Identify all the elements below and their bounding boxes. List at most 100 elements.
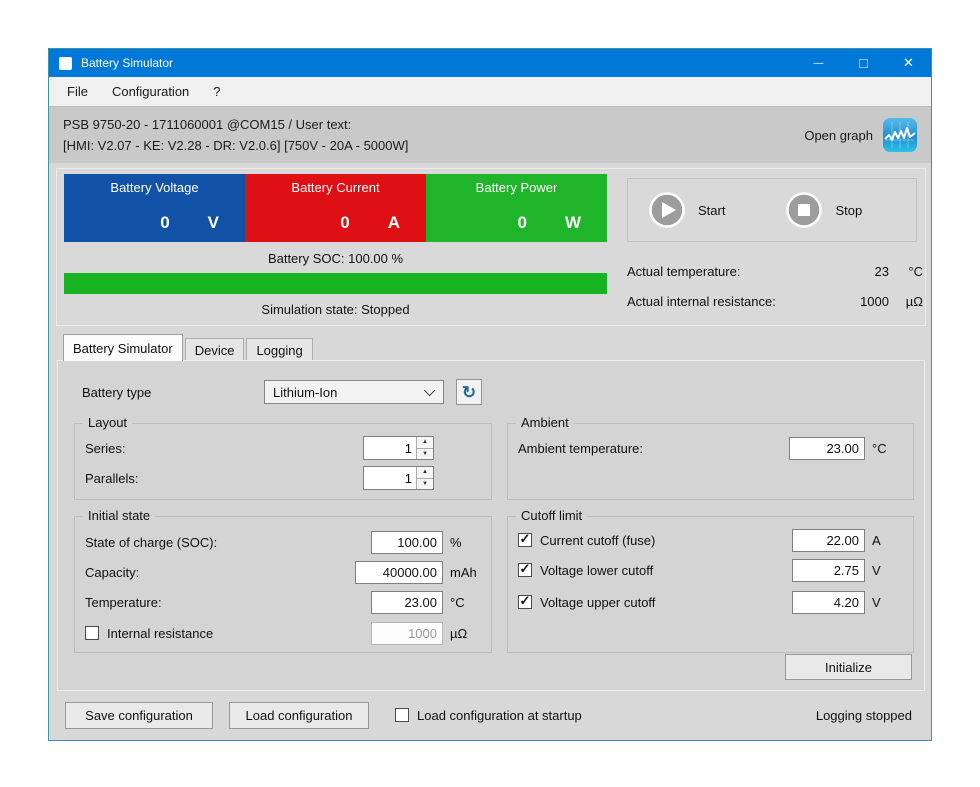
internal-resistance-checkbox[interactable] <box>85 626 99 640</box>
load-at-startup-checkbox[interactable] <box>395 708 409 722</box>
battery-type-label: Battery type <box>82 384 152 400</box>
soc-unit: % <box>450 534 462 550</box>
series-spin-up-icon[interactable]: ▲ <box>417 437 433 449</box>
voltage-upper-cutoff-input[interactable] <box>792 590 865 614</box>
menu-help[interactable]: ? <box>201 79 232 104</box>
actual-resistance-label: Actual internal resistance: <box>627 293 776 309</box>
app-window: Battery Simulator — ✕ File Configuration… <box>48 48 932 741</box>
open-graph-label: Open graph <box>804 127 873 143</box>
battery-type-dropdown[interactable]: Lithium-Ion <box>264 380 444 404</box>
initial-state-group: Initial state State of charge (SOC): % C… <box>74 508 492 653</box>
menu-file[interactable]: File <box>55 79 100 104</box>
battery-current-value: 0 <box>340 213 350 232</box>
chevron-down-icon <box>423 384 436 397</box>
transport-controls: Start Stop <box>627 178 917 242</box>
stop-icon <box>786 192 823 228</box>
soc-input[interactable] <box>371 530 443 554</box>
logging-status: Logging stopped <box>815 707 912 723</box>
open-graph-button[interactable]: Open graph <box>804 118 917 152</box>
temperature-label: Temperature: <box>85 594 162 610</box>
save-configuration-button[interactable]: Save configuration <box>65 701 213 729</box>
simulation-state-label: Simulation state: Stopped <box>261 302 410 317</box>
ambient-temperature-input[interactable] <box>789 436 865 460</box>
internal-resistance-label: Internal resistance <box>107 625 214 641</box>
capacity-label: Capacity: <box>85 564 140 580</box>
load-configuration-button[interactable]: Load configuration <box>229 701 369 729</box>
battery-power-unit: W <box>564 213 581 232</box>
tab-battery-simulator[interactable]: Battery Simulator <box>63 334 183 361</box>
close-button[interactable]: ✕ <box>886 49 931 77</box>
device-info-line2: [HMI: V2.07 - KE: V2.28 - DR: V2.0.6] [7… <box>63 138 409 153</box>
load-at-startup-label: Load configuration at startup <box>417 707 582 723</box>
maximize-icon <box>859 58 868 68</box>
current-cutoff-checkbox[interactable] <box>518 531 532 547</box>
layout-group: Layout Series: ▲ ▼ Parallels: ▲ ▼ <box>74 415 492 500</box>
ambient-group-title: Ambient <box>516 415 574 430</box>
parallels-stepper: ▲ ▼ <box>363 466 434 490</box>
layout-group-title: Layout <box>83 415 133 430</box>
battery-power-value: 0 <box>517 213 527 232</box>
temperature-input[interactable] <box>371 590 443 614</box>
stop-button[interactable]: Stop <box>785 191 862 229</box>
ambient-group: Ambient Ambient temperature: °C <box>507 415 914 500</box>
initial-state-group-title: Initial state <box>83 508 156 523</box>
actual-resistance-row: Actual internal resistance: 1000 µΩ <box>627 291 923 311</box>
tab-logging[interactable]: Logging <box>246 338 313 361</box>
parallels-input[interactable] <box>364 467 416 489</box>
close-icon: ✕ <box>903 55 914 70</box>
ambient-temperature-unit: °C <box>872 440 887 456</box>
menu-configuration[interactable]: Configuration <box>100 79 201 104</box>
internal-resistance-input <box>371 621 443 645</box>
current-cutoff-label: Current cutoff (fuse) <box>540 532 656 548</box>
start-label: Start <box>698 202 726 218</box>
refresh-icon: ↻ <box>461 382 477 402</box>
series-spin-down-icon[interactable]: ▼ <box>417 448 433 459</box>
device-info-line1: PSB 9750-20 - 1711060001 @COM15 / User t… <box>63 117 352 132</box>
capacity-unit: mAh <box>450 564 477 580</box>
current-cutoff-input[interactable] <box>792 528 865 552</box>
parallels-spin-down-icon[interactable]: ▼ <box>417 478 433 489</box>
measurement-panel: Battery Voltage 0 V Battery Current 0 A Ba… <box>56 168 926 326</box>
tab-device[interactable]: Device <box>184 338 245 361</box>
bottom-bar: Save configuration Load configuration Lo… <box>49 695 931 735</box>
battery-current-label: Battery Current <box>291 180 380 195</box>
battery-voltage-meter: Battery Voltage 0 V <box>64 174 245 242</box>
soc-progress-fill <box>64 273 607 294</box>
actual-temperature-label: Actual temperature: <box>627 263 741 279</box>
capacity-input[interactable] <box>355 560 443 584</box>
voltage-upper-cutoff-label: Voltage upper cutoff <box>540 594 656 610</box>
voltage-upper-cutoff-unit: V <box>872 594 881 610</box>
voltage-lower-cutoff-unit: V <box>872 562 881 578</box>
window-title: Battery Simulator <box>81 56 174 70</box>
tab-strip: Battery Simulator Device Logging <box>63 334 313 361</box>
series-input[interactable] <box>364 437 416 459</box>
battery-current-unit: A <box>387 213 400 232</box>
graph-icon <box>883 118 917 152</box>
series-label: Series: <box>85 440 126 456</box>
actual-temperature-unit: °C <box>908 263 923 279</box>
app-icon <box>59 56 72 70</box>
voltage-lower-cutoff-checkbox[interactable] <box>518 561 532 577</box>
voltage-upper-cutoff-checkbox[interactable] <box>518 593 532 609</box>
battery-voltage-value: 0 <box>160 213 170 232</box>
current-cutoff-unit: A <box>872 532 881 548</box>
device-info-bar: PSB 9750-20 - 1711060001 @COM15 / User t… <box>49 106 931 163</box>
maximize-button[interactable] <box>841 49 886 77</box>
start-button[interactable]: Start <box>648 191 725 229</box>
minimize-button[interactable]: — <box>796 49 841 77</box>
title-bar: Battery Simulator — ✕ <box>49 49 931 77</box>
initialize-button[interactable]: Initialize <box>785 654 912 680</box>
battery-soc-label: Battery SOC: 100.00 % <box>267 251 404 266</box>
actual-resistance-unit: µΩ <box>905 293 923 309</box>
play-icon <box>649 192 685 228</box>
parallels-spin-up-icon[interactable]: ▲ <box>417 467 433 479</box>
battery-voltage-label: Battery Voltage <box>110 180 199 195</box>
battery-power-meter: Battery Power 0 W <box>426 174 607 242</box>
cutoff-limit-group: Cutoff limit Current cutoff (fuse) A Vol… <box>507 508 914 653</box>
voltage-lower-cutoff-input[interactable] <box>792 558 865 582</box>
internal-resistance-unit: µΩ <box>450 625 468 641</box>
minimize-icon: — <box>813 57 824 69</box>
refresh-button[interactable]: ↻ <box>456 379 482 405</box>
soc-label: State of charge (SOC): <box>85 534 218 550</box>
actual-resistance-value: 1000 <box>860 293 889 309</box>
